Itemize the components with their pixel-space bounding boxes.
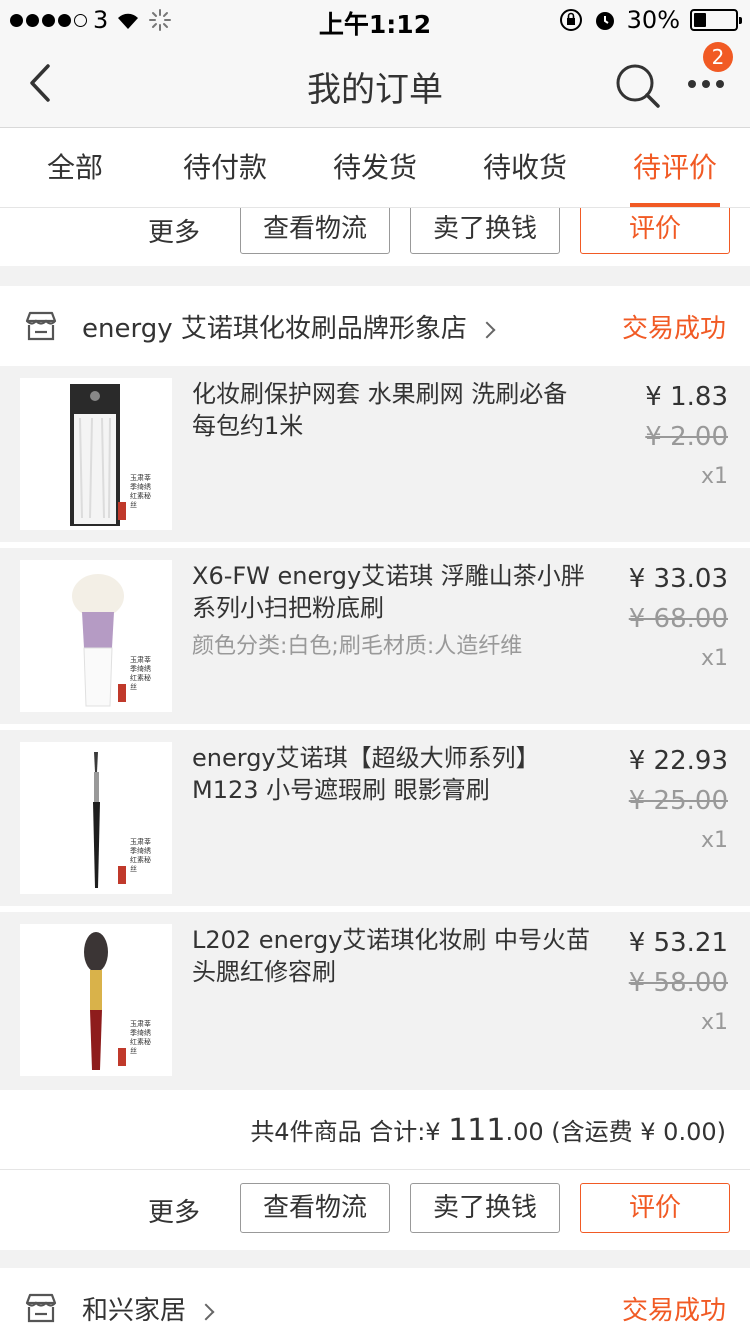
- product-image: 玉肃莘季绮绣红素秘丝: [20, 924, 172, 1076]
- product-title[interactable]: energy艾诺琪【超级大师系列】M123 小号遮瑕刷 眼影膏刷: [192, 742, 592, 806]
- order-item[interactable]: 玉肃莘季绮绣红素秘丝 L202 energy艾诺琪化妆刷 中号火苗头腮红修容刷 …: [0, 912, 750, 1088]
- order-item[interactable]: 玉肃莘季绮绣红素秘丝 X6-FW energy艾诺琪 浮雕山茶小胖系列小扫把粉底…: [0, 548, 750, 724]
- order-summary: 共4件商品 合计:¥ 111.00 (含运费 ¥ 0.00): [0, 1090, 750, 1170]
- quantity: x1: [700, 646, 728, 671]
- shop-name[interactable]: 和兴家居: [82, 1290, 215, 1327]
- product-title[interactable]: L202 energy艾诺琪化妆刷 中号火苗头腮红修容刷: [192, 924, 592, 988]
- battery-percent: 30%: [626, 6, 680, 34]
- product-image: 玉肃莘季绮绣红素秘丝: [20, 378, 172, 530]
- notification-badge: 2: [703, 42, 733, 72]
- tab-pending-payment[interactable]: 待付款: [150, 128, 300, 207]
- product-price: ¥ 53.21: [628, 928, 728, 958]
- red-seal-icon: [118, 502, 126, 520]
- order-actions: 更多 查看物流 卖了换钱 评价: [0, 1170, 750, 1250]
- orientation-lock-icon: [559, 9, 582, 31]
- order-total: 共4件商品 合计:¥ 111.00 (含运费 ¥ 0.00): [250, 1113, 726, 1148]
- battery-icon: [690, 9, 742, 31]
- order-status: 交易成功: [621, 1296, 726, 1326]
- tab-pending-review[interactable]: 待评价: [600, 128, 750, 207]
- quantity: x1: [700, 1010, 728, 1035]
- brand-stamp: 玉肃莘季绮绣红素秘丝: [130, 474, 151, 509]
- brand-stamp: 玉肃莘季绮绣红素秘丝: [130, 1020, 151, 1055]
- chevron-right-icon: [478, 321, 496, 338]
- product-image: 玉肃莘季绮绣红素秘丝: [20, 742, 172, 894]
- red-seal-icon: [118, 866, 126, 884]
- original-price: ¥ 25.00: [628, 786, 728, 816]
- product-title[interactable]: X6-FW energy艾诺琪 浮雕山茶小胖系列小扫把粉底刷: [192, 560, 592, 624]
- more-dots-icon[interactable]: [684, 74, 728, 94]
- prev-order-actions: 更多 查看物流 卖了换钱 评价: [0, 204, 750, 266]
- review-button[interactable]: 评价: [580, 1183, 730, 1233]
- shop-name[interactable]: energy 艾诺琪化妆刷品牌形象店: [82, 308, 496, 345]
- review-button[interactable]: 评价: [580, 204, 730, 254]
- store-icon: [25, 1293, 57, 1323]
- product-price: ¥ 22.93: [628, 746, 728, 776]
- store-icon: [25, 311, 57, 341]
- more-button[interactable]: 更多: [148, 212, 200, 249]
- original-price: ¥ 68.00: [628, 604, 728, 634]
- alarm-icon: [595, 12, 614, 30]
- resell-button[interactable]: 卖了换钱: [410, 1183, 560, 1233]
- more-button[interactable]: 更多: [148, 1192, 200, 1229]
- red-seal-icon: [118, 1048, 126, 1066]
- order-item[interactable]: 玉肃莘季绮绣红素秘丝 化妆刷保护网套 水果刷网 洗刷必备 每包约1米 ¥ 1.8…: [0, 366, 750, 542]
- product-price: ¥ 1.83: [645, 382, 728, 412]
- view-logistics-button[interactable]: 查看物流: [240, 204, 390, 254]
- brand-stamp: 玉肃莘季绮绣红素秘丝: [130, 656, 151, 691]
- order-item[interactable]: 玉肃莘季绮绣红素秘丝 energy艾诺琪【超级大师系列】M123 小号遮瑕刷 眼…: [0, 730, 750, 906]
- original-price: ¥ 2.00: [645, 422, 728, 452]
- original-price: ¥ 58.00: [628, 968, 728, 998]
- nav-bar: 我的订单 2: [0, 40, 750, 128]
- product-sku: 颜色分类:白色;刷毛材质:人造纤维: [192, 634, 523, 659]
- shop-header[interactable]: energy 艾诺琪化妆刷品牌形象店 交易成功: [0, 286, 750, 366]
- tab-pending-receipt[interactable]: 待收货: [450, 128, 600, 207]
- product-price: ¥ 33.03: [628, 564, 728, 594]
- red-seal-icon: [118, 684, 126, 702]
- quantity: x1: [700, 828, 728, 853]
- product-title[interactable]: 化妆刷保护网套 水果刷网 洗刷必备 每包约1米: [192, 378, 592, 442]
- resell-button[interactable]: 卖了换钱: [410, 204, 560, 254]
- status-bar: 3 上午1:12 30%: [0, 0, 750, 40]
- order-tabs: 全部 待付款 待发货 待收货 待评价: [0, 128, 750, 208]
- product-image: 玉肃莘季绮绣红素秘丝: [20, 560, 172, 712]
- status-right: 30%: [559, 6, 742, 34]
- order-status: 交易成功: [621, 314, 726, 344]
- tab-all[interactable]: 全部: [0, 128, 150, 207]
- search-icon[interactable]: [612, 60, 664, 112]
- chevron-right-icon: [197, 1303, 215, 1320]
- tab-pending-shipment[interactable]: 待发货: [300, 128, 450, 207]
- view-logistics-button[interactable]: 查看物流: [240, 1183, 390, 1233]
- shop-header[interactable]: 和兴家居 交易成功: [0, 1268, 750, 1334]
- quantity: x1: [700, 464, 728, 489]
- brand-stamp: 玉肃莘季绮绣红素秘丝: [130, 838, 151, 873]
